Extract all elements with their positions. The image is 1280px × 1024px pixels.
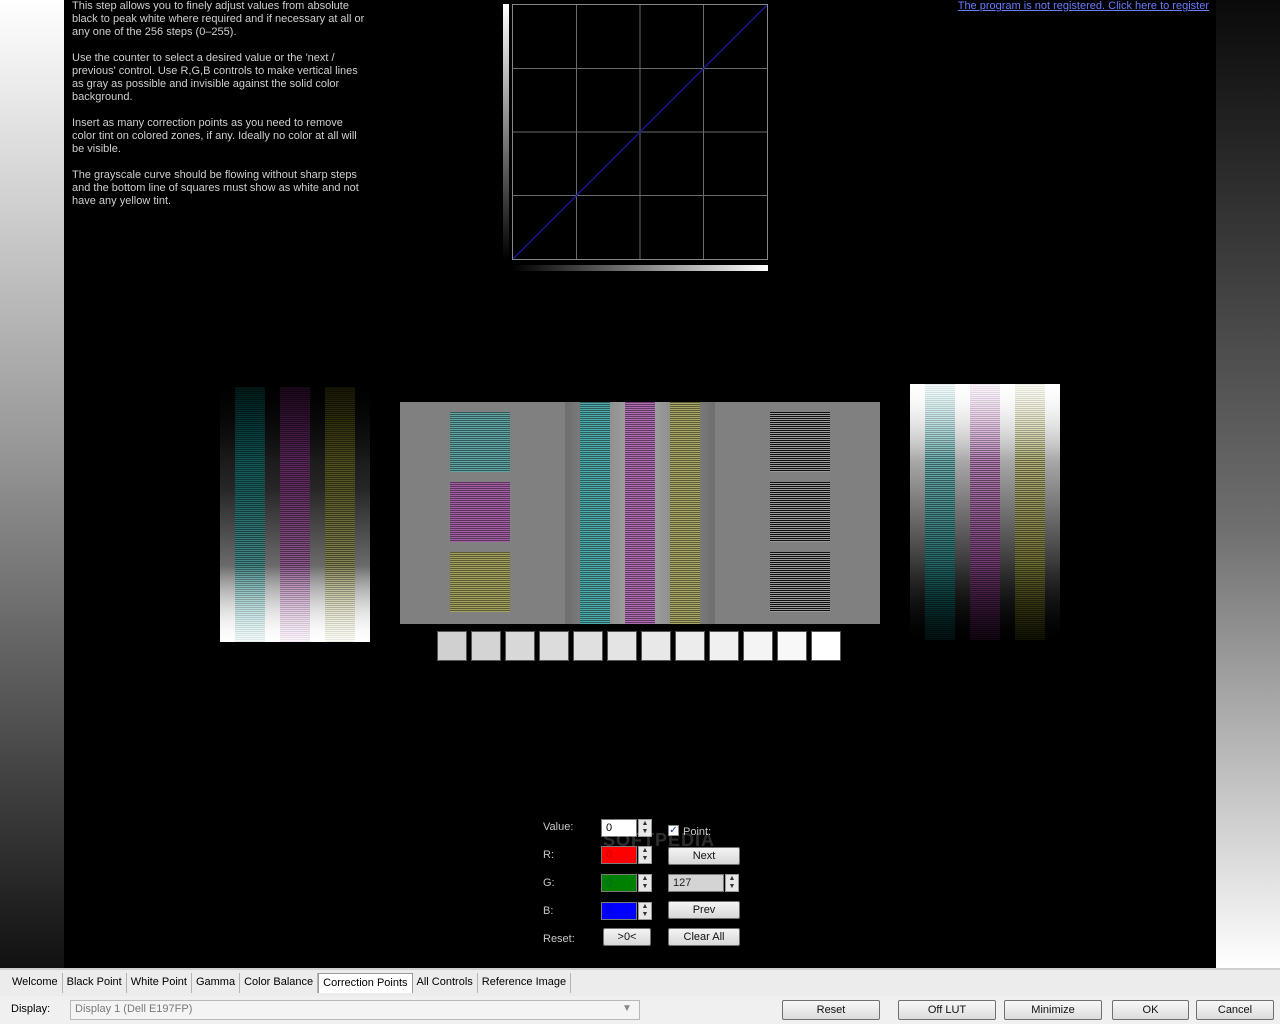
curve-horizontal-gradient bbox=[512, 265, 768, 271]
b-input[interactable]: 0 bbox=[601, 902, 637, 920]
bw-lines-block bbox=[770, 552, 830, 612]
off-lut-button[interactable]: Off LUT bbox=[898, 1000, 996, 1020]
gray-square bbox=[743, 631, 773, 661]
gray-square bbox=[709, 631, 739, 661]
tab-color-balance[interactable]: Color Balance bbox=[240, 973, 319, 993]
reset-button[interactable]: Reset bbox=[782, 1000, 880, 1020]
instruction-paragraph: This step allows you to finely adjust va… bbox=[72, 0, 365, 38]
gray-square bbox=[505, 631, 535, 661]
gray-square bbox=[811, 631, 841, 661]
clear-all-button[interactable]: Clear All bbox=[668, 928, 740, 946]
light-test-pattern bbox=[910, 384, 1060, 640]
step-spinner[interactable]: ▲ ▼ bbox=[725, 874, 739, 892]
gray-square bbox=[437, 631, 467, 661]
minimize-button[interactable]: Minimize bbox=[1004, 1000, 1102, 1020]
g-input[interactable]: 0 bbox=[601, 874, 637, 892]
display-label: Display: bbox=[11, 1003, 51, 1015]
magenta-square bbox=[450, 482, 510, 542]
chevron-down-icon[interactable]: ▼ bbox=[622, 1003, 632, 1014]
instruction-paragraph: Use the counter to select a desired valu… bbox=[72, 52, 358, 103]
cancel-button[interactable]: Cancel bbox=[1196, 1000, 1274, 1020]
step-input[interactable]: 127 bbox=[668, 874, 724, 892]
gray-square bbox=[471, 631, 501, 661]
yellow-stripe bbox=[670, 402, 700, 624]
instruction-paragraph: The grayscale curve should be flowing wi… bbox=[72, 169, 359, 207]
gray-square bbox=[777, 631, 807, 661]
instructions-text: This step allows you to finely adjust va… bbox=[72, 0, 368, 221]
r-label: R: bbox=[543, 849, 554, 861]
white-balance-squares bbox=[437, 631, 847, 663]
cyan-square bbox=[450, 412, 510, 472]
yellow-square bbox=[450, 552, 510, 612]
fade-overlay bbox=[910, 384, 1060, 640]
reset-label: Reset: bbox=[543, 933, 575, 945]
magenta-stripe bbox=[625, 402, 655, 624]
color-test-pattern bbox=[400, 402, 880, 624]
value-label: Value: bbox=[543, 821, 574, 833]
register-link[interactable]: The program is not registered. Click her… bbox=[958, 0, 1209, 12]
curve-vertical-gradient bbox=[503, 4, 509, 260]
bw-lines-block bbox=[770, 482, 830, 542]
g-spinner[interactable]: ▲ ▼ bbox=[638, 874, 652, 892]
tab-welcome[interactable]: Welcome bbox=[8, 973, 63, 993]
gray-square bbox=[573, 631, 603, 661]
center-reset-button[interactable]: >0< bbox=[603, 928, 651, 946]
bw-lines-block bbox=[770, 412, 830, 472]
ok-button[interactable]: OK bbox=[1112, 1000, 1189, 1020]
b-label: B: bbox=[543, 905, 554, 917]
gray-square bbox=[641, 631, 671, 661]
right-gradient-strip bbox=[1216, 0, 1280, 968]
fade-overlay bbox=[220, 387, 370, 642]
tab-gamma[interactable]: Gamma bbox=[191, 973, 241, 993]
watermark: SOFTPEDIA bbox=[603, 830, 716, 850]
g-label: G: bbox=[543, 877, 555, 889]
tab-all-controls[interactable]: All Controls bbox=[412, 973, 478, 993]
tab-correction-points[interactable]: Correction Points bbox=[318, 973, 413, 993]
tab-strip: Welcome Black Point White Point Gamma Co… bbox=[8, 973, 572, 993]
tab-reference-image[interactable]: Reference Image bbox=[477, 973, 572, 993]
b-spinner[interactable]: ▲ ▼ bbox=[638, 902, 652, 920]
prev-button[interactable]: Prev bbox=[668, 901, 740, 919]
gray-square bbox=[539, 631, 569, 661]
tab-black-point[interactable]: Black Point bbox=[62, 973, 127, 993]
gray-square bbox=[607, 631, 637, 661]
grayscale-curve-graph[interactable] bbox=[512, 4, 768, 260]
tab-white-point[interactable]: White Point bbox=[126, 973, 192, 993]
left-gradient-strip bbox=[0, 0, 64, 968]
instruction-paragraph: Insert as many correction points as you … bbox=[72, 117, 357, 155]
gray-square bbox=[675, 631, 705, 661]
cyan-stripe bbox=[580, 402, 610, 624]
display-select[interactable]: Display 1 (Dell E197FP) bbox=[70, 1000, 640, 1020]
dark-test-pattern bbox=[220, 387, 370, 642]
